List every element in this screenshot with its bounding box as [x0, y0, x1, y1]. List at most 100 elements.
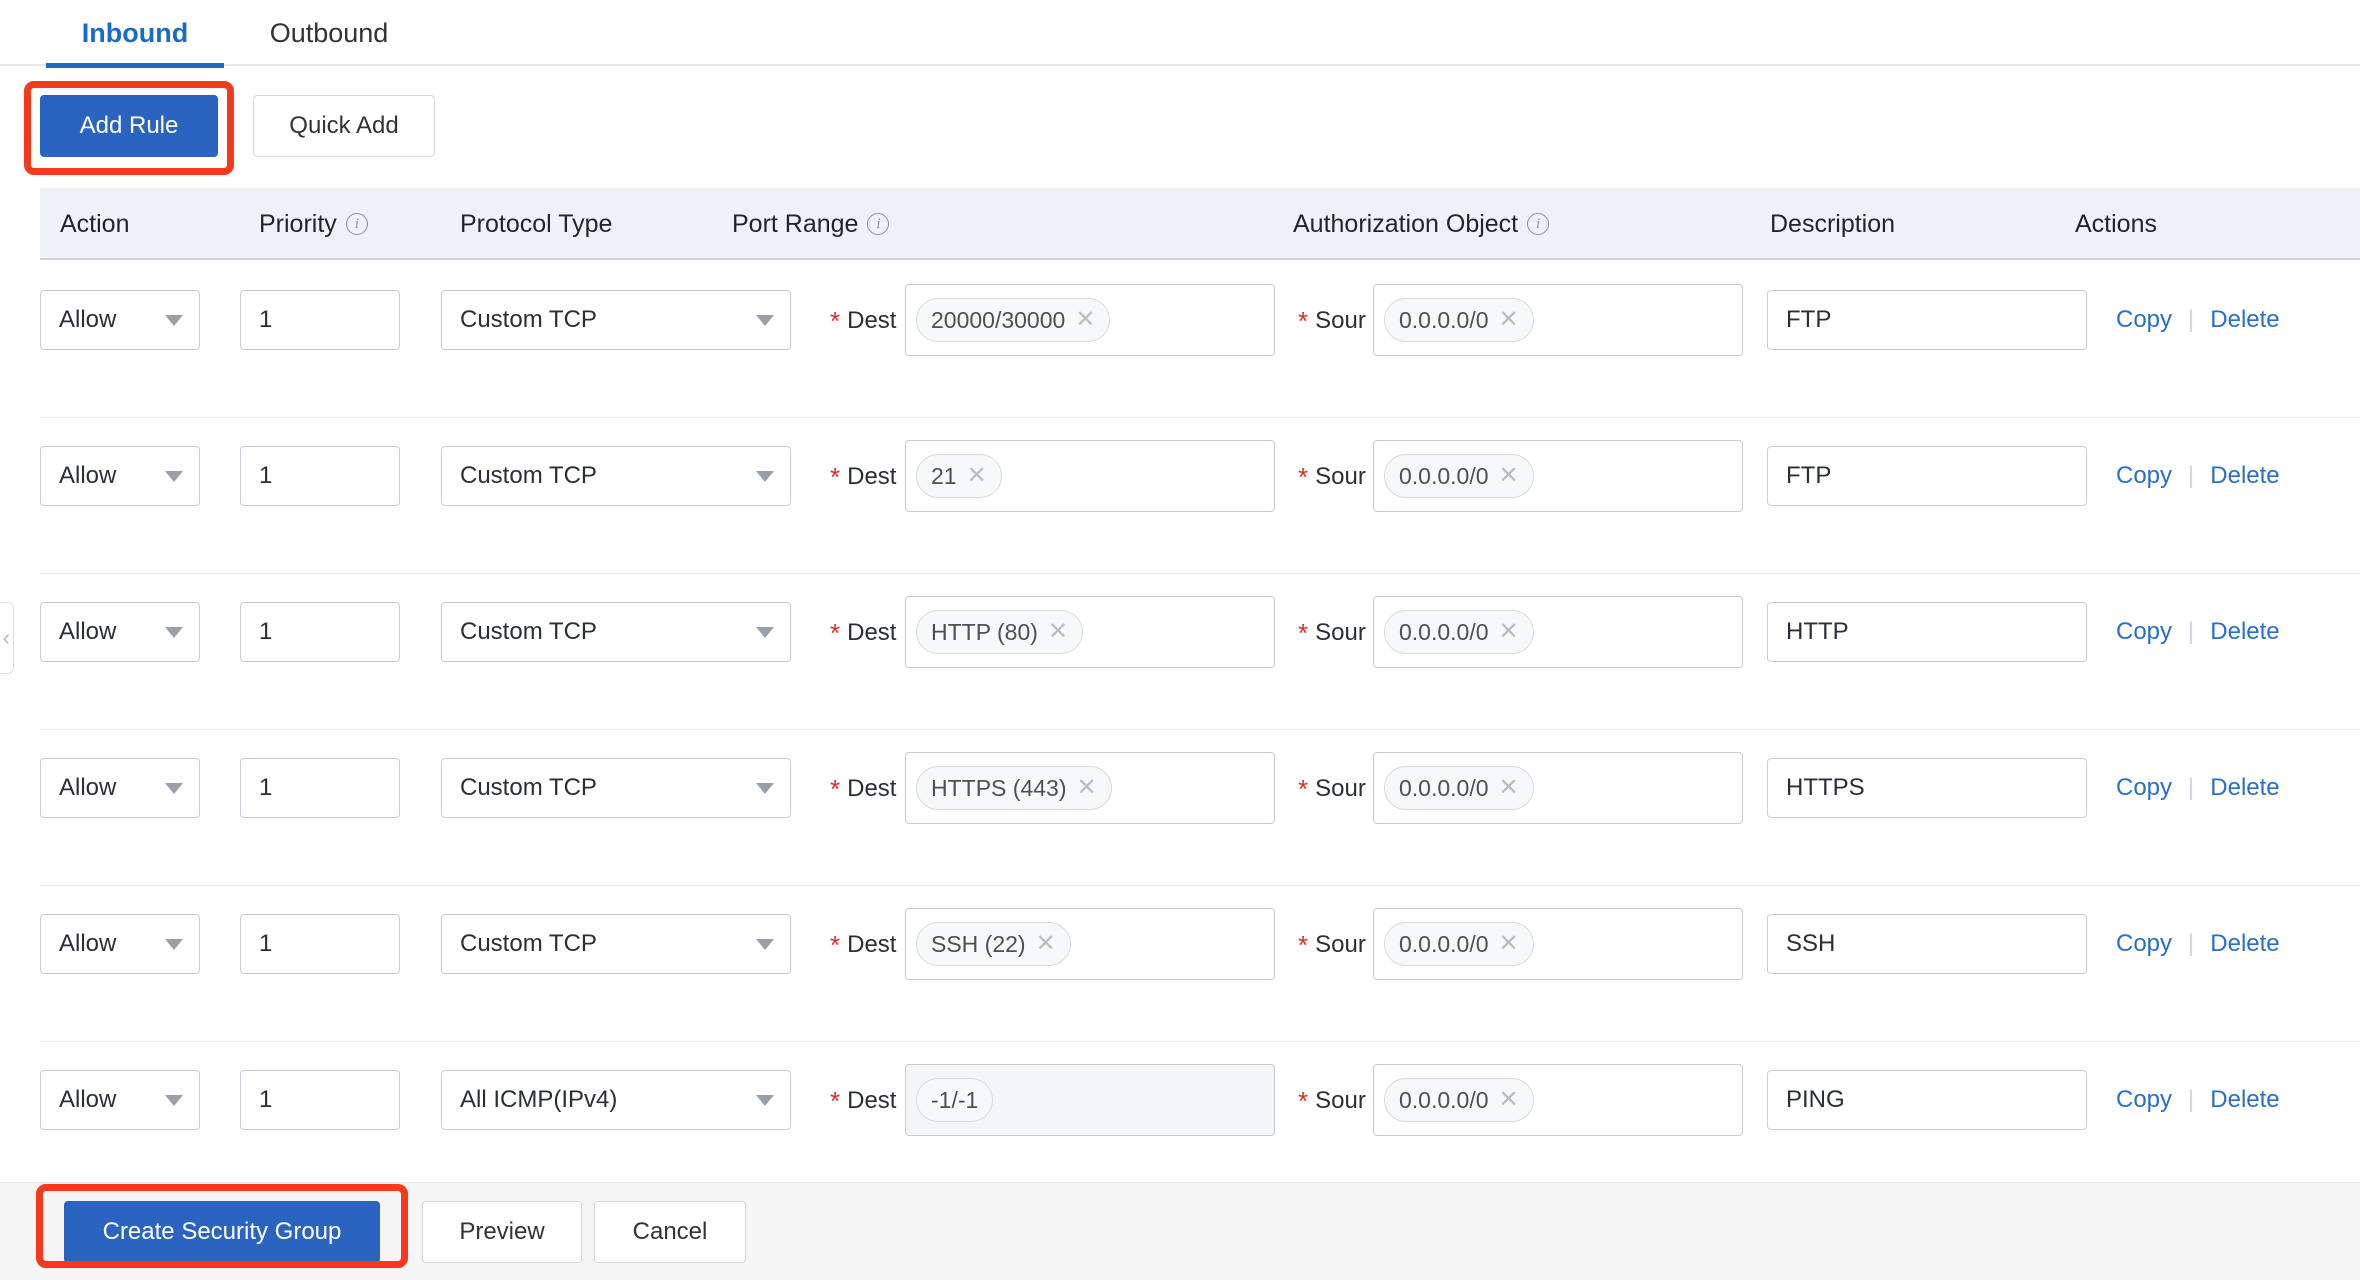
authorization-object-tag: 0.0.0.0/0 ✕ — [1384, 298, 1534, 342]
tab-outbound-label: Outbound — [269, 17, 389, 48]
chevron-down-icon — [165, 470, 183, 482]
authorization-object-field[interactable]: 0.0.0.0/0 ✕ — [1373, 1064, 1743, 1136]
copy-link[interactable]: Copy — [2116, 1086, 2172, 1114]
description-input[interactable]: HTTPS — [1767, 758, 2087, 818]
tag-remove-icon[interactable]: ✕ — [1076, 776, 1096, 800]
column-header-action: Action — [60, 188, 129, 260]
priority-input[interactable]: 1 — [240, 446, 400, 506]
authorization-object-field[interactable]: 0.0.0.0/0 ✕ — [1373, 440, 1743, 512]
column-header-port-range-label: Port Range — [732, 209, 859, 238]
copy-link[interactable]: Copy — [2116, 774, 2172, 802]
authorization-object-field[interactable]: 0.0.0.0/0 ✕ — [1373, 752, 1743, 824]
copy-link[interactable]: Copy — [2116, 306, 2172, 334]
priority-input[interactable]: 1 — [240, 602, 400, 662]
tag-remove-icon[interactable]: ✕ — [1048, 620, 1068, 644]
port-range-tag-label: SSH (22) — [931, 930, 1026, 957]
table-row: Allow 1 All ICMP(IPv4) * Dest -1/-1 * Sour 0.0.0… — [40, 1042, 2360, 1198]
delete-link[interactable]: Delete — [2210, 774, 2279, 802]
port-range-tag-label: HTTP (80) — [931, 618, 1038, 645]
delete-link[interactable]: Delete — [2210, 930, 2279, 958]
description-input[interactable]: HTTP — [1767, 602, 2087, 662]
delete-link[interactable]: Delete — [2210, 618, 2279, 646]
action-select[interactable]: Allow — [40, 290, 200, 350]
row-actions: Copy | Delete — [2116, 618, 2280, 646]
port-range-tag: HTTP (80) ✕ — [916, 610, 1084, 654]
row-actions: Copy | Delete — [2116, 462, 2280, 490]
description-input[interactable]: FTP — [1767, 290, 2087, 350]
port-range-label-text: Dest — [847, 463, 897, 490]
action-select[interactable]: Allow — [40, 1070, 200, 1130]
priority-input[interactable]: 1 — [240, 1070, 400, 1130]
tag-remove-icon[interactable]: ✕ — [1499, 620, 1519, 644]
authorization-object-label-text: Sour — [1315, 775, 1366, 802]
authorization-object-tag: 0.0.0.0/0 ✕ — [1384, 922, 1534, 966]
info-icon[interactable]: i — [345, 213, 368, 235]
action-select-value: Allow — [59, 618, 117, 645]
protocol-type-value: All ICMP(IPv4) — [460, 1086, 618, 1113]
action-select-value: Allow — [59, 1086, 117, 1113]
copy-link[interactable]: Copy — [2116, 930, 2172, 958]
port-range-tag-label: HTTPS (443) — [931, 774, 1067, 801]
protocol-type-select[interactable]: Custom TCP — [441, 914, 791, 974]
delete-link[interactable]: Delete — [2210, 306, 2279, 334]
cancel-button[interactable]: Cancel — [594, 1201, 746, 1263]
info-icon[interactable]: i — [867, 213, 890, 235]
port-range-field[interactable]: SSH (22) ✕ — [905, 908, 1275, 980]
port-range-field[interactable]: HTTP (80) ✕ — [905, 596, 1275, 668]
action-separator: | — [2188, 774, 2195, 801]
column-header-authorization-object: Authorization Object i — [1293, 188, 1550, 260]
action-select[interactable]: Allow — [40, 446, 200, 506]
port-range-field[interactable]: -1/-1 — [905, 1064, 1275, 1136]
tag-remove-icon[interactable]: ✕ — [1499, 1088, 1519, 1112]
sidebar-collapse-handle[interactable]: ‹ — [0, 602, 14, 674]
protocol-type-select[interactable]: Custom TCP — [441, 602, 791, 662]
info-icon[interactable]: i — [1527, 213, 1550, 235]
priority-input-value: 1 — [259, 930, 273, 957]
tag-remove-icon[interactable]: ✕ — [1075, 308, 1095, 332]
delete-link[interactable]: Delete — [2210, 462, 2279, 490]
tab-outbound[interactable]: Outbound — [244, 0, 414, 66]
priority-input[interactable]: 1 — [240, 290, 400, 350]
quick-add-button[interactable]: Quick Add — [253, 95, 435, 157]
tab-inbound-label: Inbound — [81, 17, 189, 48]
authorization-object-field[interactable]: 0.0.0.0/0 ✕ — [1373, 596, 1743, 668]
tab-inbound[interactable]: Inbound — [46, 0, 224, 68]
chevron-down-icon — [756, 1094, 774, 1106]
port-range-tag: HTTPS (443) ✕ — [916, 766, 1112, 810]
action-select[interactable]: Allow — [40, 758, 200, 818]
port-range-field[interactable]: 20000/30000 ✕ — [905, 284, 1275, 356]
copy-link[interactable]: Copy — [2116, 618, 2172, 646]
action-select[interactable]: Allow — [40, 914, 200, 974]
chevron-down-icon — [756, 938, 774, 950]
priority-input[interactable]: 1 — [240, 914, 400, 974]
authorization-object-field[interactable]: 0.0.0.0/0 ✕ — [1373, 284, 1743, 356]
required-marker: * — [1298, 462, 1309, 492]
tag-remove-icon[interactable]: ✕ — [1499, 464, 1519, 488]
chevron-down-icon — [165, 938, 183, 950]
add-rule-button[interactable]: Add Rule — [40, 95, 218, 157]
tag-remove-icon[interactable]: ✕ — [967, 464, 987, 488]
tag-remove-icon[interactable]: ✕ — [1499, 932, 1519, 956]
protocol-type-select[interactable]: Custom TCP — [441, 758, 791, 818]
protocol-type-select[interactable]: Custom TCP — [441, 446, 791, 506]
description-input[interactable]: SSH — [1767, 914, 2087, 974]
description-input[interactable]: PING — [1767, 1070, 2087, 1130]
tag-remove-icon[interactable]: ✕ — [1036, 932, 1056, 956]
cancel-label: Cancel — [632, 1218, 708, 1245]
protocol-type-value: Custom TCP — [460, 618, 597, 645]
delete-link[interactable]: Delete — [2210, 1086, 2279, 1114]
protocol-type-select[interactable]: All ICMP(IPv4) — [441, 1070, 791, 1130]
create-security-group-button[interactable]: Create Security Group — [64, 1201, 380, 1263]
copy-link[interactable]: Copy — [2116, 462, 2172, 490]
port-range-field[interactable]: 21 ✕ — [905, 440, 1275, 512]
tag-remove-icon[interactable]: ✕ — [1499, 308, 1519, 332]
port-range-field[interactable]: HTTPS (443) ✕ — [905, 752, 1275, 824]
action-select[interactable]: Allow — [40, 602, 200, 662]
priority-input[interactable]: 1 — [240, 758, 400, 818]
tag-remove-icon[interactable]: ✕ — [1499, 776, 1519, 800]
preview-button[interactable]: Preview — [422, 1201, 582, 1263]
authorization-object-field[interactable]: 0.0.0.0/0 ✕ — [1373, 908, 1743, 980]
description-input[interactable]: FTP — [1767, 446, 2087, 506]
protocol-type-select[interactable]: Custom TCP — [441, 290, 791, 350]
row-actions: Copy | Delete — [2116, 1086, 2280, 1114]
